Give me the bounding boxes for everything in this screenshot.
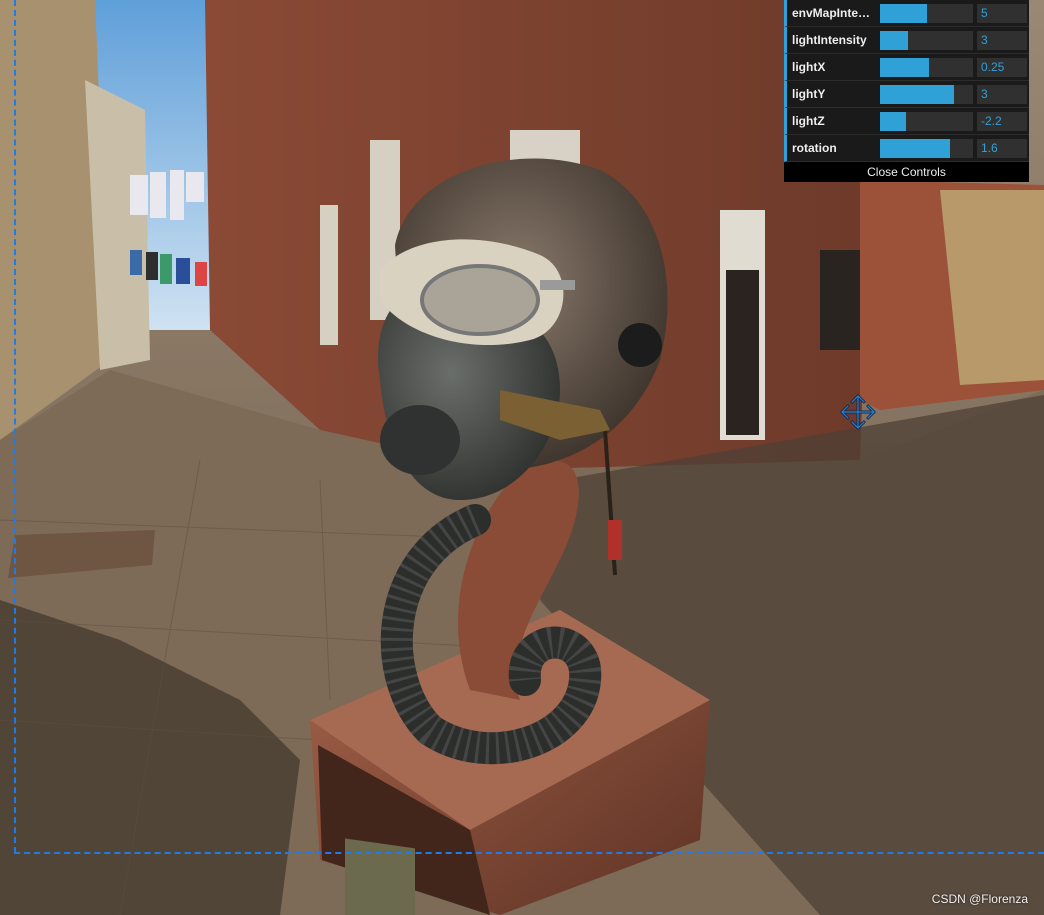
light-x-input[interactable]: 0.25 bbox=[977, 58, 1027, 77]
control-label: rotation bbox=[792, 141, 837, 155]
slider-fill bbox=[880, 112, 907, 131]
controls-panel: envMapIntens... 5 lightIntensity 3 light… bbox=[784, 0, 1029, 182]
light-y-slider[interactable] bbox=[880, 85, 973, 104]
slider-fill bbox=[880, 85, 955, 104]
control-env-map-intensity[interactable]: envMapIntens... 5 bbox=[784, 0, 1029, 27]
slider-fill bbox=[880, 139, 950, 158]
move-arrows-icon[interactable] bbox=[838, 392, 878, 432]
slider-fill bbox=[880, 31, 908, 50]
rotation-input[interactable]: 1.6 bbox=[977, 139, 1027, 158]
control-label: lightY bbox=[792, 87, 826, 101]
watermark-text: CSDN @Florenza bbox=[931, 892, 1028, 906]
control-label: lightIntensity bbox=[792, 33, 867, 47]
light-z-slider[interactable] bbox=[880, 112, 973, 131]
light-intensity-slider[interactable] bbox=[880, 31, 973, 50]
env-map-intensity-slider[interactable] bbox=[880, 4, 973, 23]
rotation-slider[interactable] bbox=[880, 139, 973, 158]
slider-fill bbox=[880, 58, 930, 77]
close-controls-button[interactable]: Close Controls bbox=[784, 162, 1029, 182]
control-light-intensity[interactable]: lightIntensity 3 bbox=[784, 27, 1029, 54]
light-y-input[interactable]: 3 bbox=[977, 85, 1027, 104]
control-label: envMapIntens... bbox=[792, 6, 876, 20]
control-rotation[interactable]: rotation 1.6 bbox=[784, 135, 1029, 162]
control-label: lightX bbox=[792, 60, 826, 74]
selection-border-bottom bbox=[14, 852, 1044, 854]
light-x-slider[interactable] bbox=[880, 58, 973, 77]
selection-border-left bbox=[14, 0, 16, 853]
control-light-z[interactable]: lightZ -2.2 bbox=[784, 108, 1029, 135]
control-label: lightZ bbox=[792, 114, 825, 128]
control-light-y[interactable]: lightY 3 bbox=[784, 81, 1029, 108]
env-map-intensity-input[interactable]: 5 bbox=[977, 4, 1027, 23]
light-intensity-input[interactable]: 3 bbox=[977, 31, 1027, 50]
light-z-input[interactable]: -2.2 bbox=[977, 112, 1027, 131]
slider-fill bbox=[880, 4, 927, 23]
control-light-x[interactable]: lightX 0.25 bbox=[784, 54, 1029, 81]
